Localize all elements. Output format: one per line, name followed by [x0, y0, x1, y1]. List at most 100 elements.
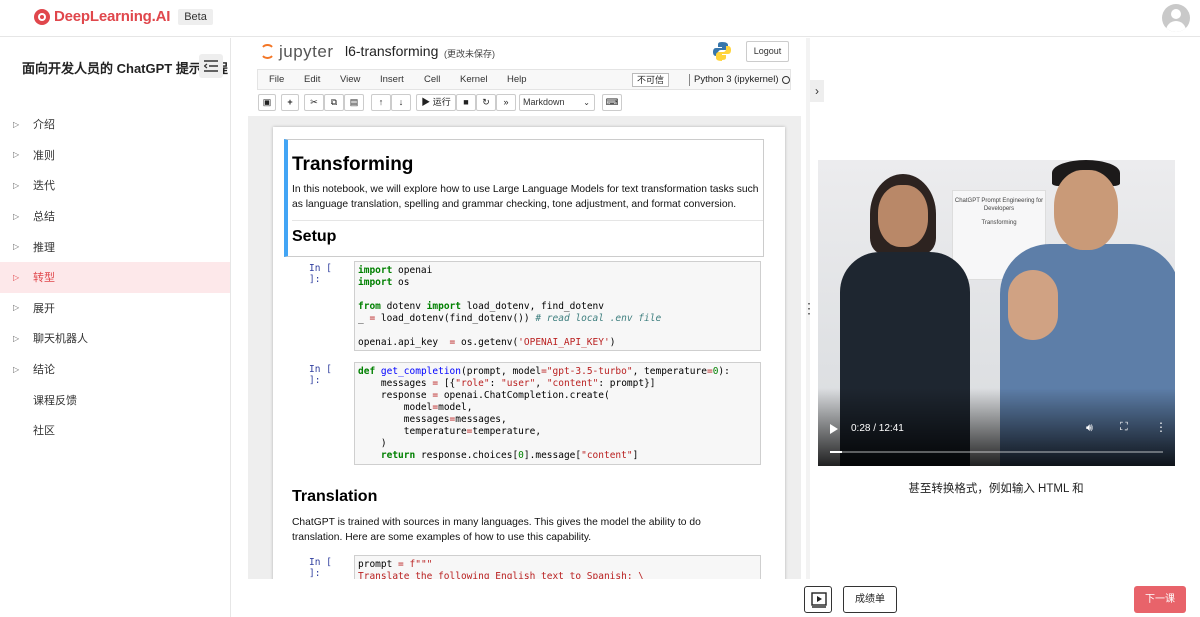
- menu-insert[interactable]: Insert: [380, 74, 404, 85]
- course-title: 面向开发人员的 ChatGPT 提示工程: [22, 61, 228, 76]
- more-options-icon[interactable]: ⋮: [1155, 420, 1167, 434]
- save-button[interactable]: ▣: [258, 94, 276, 111]
- logout-button[interactable]: Logout: [746, 41, 789, 62]
- kernel-status-icon: [782, 76, 790, 84]
- sidebar-item-iterative[interactable]: ▷ 迭代: [0, 170, 230, 201]
- presenter-1-face: [878, 185, 928, 247]
- menu-help[interactable]: Help: [507, 74, 527, 85]
- grades-button[interactable]: 成绩单: [843, 586, 897, 613]
- sidebar-item-guidelines[interactable]: ▷ 准则: [0, 140, 230, 171]
- sidebar-item-chatbot[interactable]: ▷ 聊天机器人: [0, 323, 230, 354]
- sidebar-item-summarizing[interactable]: ▷ 总结: [0, 201, 230, 232]
- notebook-name[interactable]: l6-transforming: [345, 43, 438, 59]
- notebook-title: Transforming: [292, 154, 414, 175]
- menu-collapse-icon: [204, 60, 218, 72]
- jupyter-logo[interactable]: jupyter: [260, 42, 334, 62]
- top-bar: DeepLearning.AI Beta: [0, 0, 1200, 37]
- trust-indicator[interactable]: 不可信: [632, 73, 670, 87]
- command-palette-button[interactable]: ⌨: [602, 94, 622, 111]
- intro-text: In this notebook, we will explore how to…: [292, 184, 759, 210]
- fullscreen-icon[interactable]: ⛶: [1120, 421, 1128, 434]
- insert-cell-button[interactable]: +: [281, 94, 299, 111]
- brand-logo-link[interactable]: DeepLearning.AI Beta: [34, 8, 213, 25]
- volume-icon[interactable]: 🔊︎: [1086, 422, 1093, 435]
- sidebar-item-community[interactable]: 社区: [0, 415, 230, 446]
- lesson-video[interactable]: ChatGPT Prompt Engineering for Developer…: [818, 160, 1175, 466]
- copy-button[interactable]: ⧉: [324, 94, 344, 111]
- stop-icon: ■: [463, 97, 469, 107]
- menu-file[interactable]: File: [269, 74, 284, 85]
- translation-heading: Translation: [292, 488, 378, 505]
- paste-button[interactable]: ▤: [344, 94, 364, 111]
- video-progress-bar[interactable]: [830, 451, 1163, 453]
- play-icon[interactable]: [830, 424, 838, 434]
- presenter-2-face: [1054, 170, 1118, 250]
- next-lesson-button[interactable]: 下一课: [1134, 586, 1186, 613]
- run-all-button[interactable]: »: [496, 94, 516, 111]
- fast-forward-icon: »: [503, 97, 509, 107]
- sidebar-item-transforming[interactable]: ▷ 转型: [0, 261, 230, 293]
- restart-button[interactable]: ↻: [476, 94, 496, 111]
- kernel-name[interactable]: Python 3 (ipykernel): [694, 74, 778, 85]
- video-progress-fill: [830, 451, 843, 453]
- menu-edit[interactable]: Edit: [304, 74, 320, 85]
- move-up-button[interactable]: ↑: [371, 94, 391, 111]
- chevron-right-icon: ▷: [13, 364, 20, 374]
- notebook-toolbar: ▣ + ✂ ⧉ ▤ ↑ ↓ ▶ 运行 ■ ↻ » Markdown ⌄ ⌨: [257, 94, 791, 112]
- brand-name: DeepLearning.AI: [54, 8, 171, 25]
- sidebar-item-intro[interactable]: ▷ 介绍: [0, 109, 230, 140]
- video-play-icon: [811, 592, 827, 608]
- presenter-2-hand: [1008, 270, 1058, 340]
- arrow-down-icon: ↓: [398, 97, 404, 107]
- unsaved-status: (更改未保存): [444, 49, 495, 59]
- video-toggle-button[interactable]: [804, 586, 832, 613]
- divider: [689, 74, 690, 86]
- menu-view[interactable]: View: [340, 74, 360, 85]
- stop-button[interactable]: ■: [456, 94, 476, 111]
- copy-icon: ⧉: [330, 97, 338, 107]
- translation-text: ChatGPT is trained with sources in many …: [292, 517, 701, 543]
- sidebar-toggle-button[interactable]: [199, 54, 223, 78]
- video-time: 0:28 / 12:41: [851, 423, 904, 434]
- chevron-right-icon: ▷: [13, 119, 20, 129]
- run-button[interactable]: ▶ 运行: [416, 94, 456, 111]
- save-icon: ▣: [262, 97, 272, 107]
- cell-prompt: In [ ]:: [309, 557, 332, 579]
- notebook-body[interactable]: Transforming In this notebook, we will e…: [248, 116, 801, 579]
- chevron-right-icon: ▷: [13, 333, 20, 343]
- plus-icon: +: [287, 97, 293, 107]
- paste-icon: ▤: [349, 97, 359, 107]
- cell-prompt: In [ ]:: [309, 263, 332, 285]
- notebook-page: Transforming In this notebook, we will e…: [273, 127, 785, 579]
- collapse-panel-button[interactable]: ›: [810, 80, 824, 102]
- markdown-cell[interactable]: Transforming In this notebook, we will e…: [284, 139, 764, 257]
- chevron-right-icon: ▷: [13, 242, 20, 252]
- move-down-button[interactable]: ↓: [391, 94, 411, 111]
- sidebar-item-inferring[interactable]: ▷ 推理: [0, 231, 230, 262]
- chevron-right-icon: ▷: [13, 272, 20, 282]
- menu-cell[interactable]: Cell: [424, 74, 440, 85]
- chevron-down-icon: ⌄: [583, 98, 590, 107]
- setup-heading: Setup: [292, 220, 763, 246]
- menu-kernel[interactable]: Kernel: [460, 74, 487, 85]
- user-avatar[interactable]: [1162, 4, 1190, 32]
- code-editor[interactable]: import openai import os from dotenv impo…: [354, 261, 761, 351]
- notebook-header: jupyter l6-transforming (更改未保存) Logout: [232, 38, 806, 68]
- sidebar-item-conclusion[interactable]: ▷ 结论: [0, 354, 230, 385]
- python-logo-icon: [713, 42, 731, 61]
- scissors-icon: ✂: [310, 97, 318, 107]
- code-editor[interactable]: def get_completion(prompt, model="gpt-3.…: [354, 362, 761, 465]
- jupyter-icon: [260, 44, 275, 59]
- code-editor[interactable]: prompt = f""" Translate the following En…: [354, 555, 761, 579]
- cut-button[interactable]: ✂: [304, 94, 324, 111]
- video-caption: 甚至转换格式，例如输入 HTML 和: [908, 483, 1084, 495]
- chevron-right-icon: ▷: [13, 180, 20, 190]
- cell-type-select[interactable]: Markdown ⌄: [519, 94, 595, 111]
- deeplearning-logo-icon: [34, 8, 50, 25]
- sidebar-item-expanding[interactable]: ▷ 展开: [0, 293, 230, 324]
- arrow-up-icon: ↑: [378, 97, 384, 107]
- keyboard-icon: ⌨: [605, 97, 619, 107]
- chevron-right-icon: ▷: [13, 303, 20, 313]
- menu-bar: File Edit View Insert Cell Kernel Help 不…: [257, 69, 791, 90]
- sidebar-item-feedback[interactable]: 课程反馈: [0, 384, 230, 415]
